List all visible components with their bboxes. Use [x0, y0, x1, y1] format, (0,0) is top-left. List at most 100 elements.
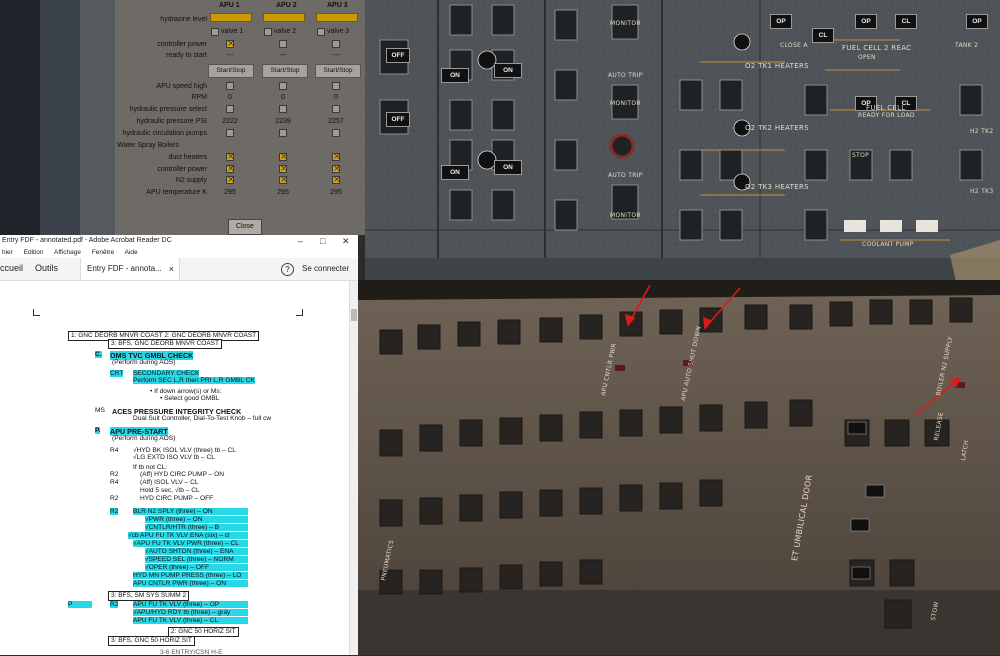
scroll-thumb[interactable]: [351, 309, 357, 321]
apu-fu-tk-op: APU FU TK VLV (three) – OP: [133, 601, 248, 608]
auto-shtdn: √AUTO SHTDN (three) – ENA: [145, 548, 248, 555]
wsb-controller-power-3[interactable]: [332, 163, 341, 175]
doc-box-2: 3: BFS, GNC DEORB MNVR COAST: [108, 339, 222, 349]
hyd-press-select-1[interactable]: [226, 105, 234, 113]
controller-power-3-checkbox[interactable]: [332, 40, 340, 48]
apu1-start-stop-button[interactable]: Start/Stop: [208, 64, 254, 78]
pdf-page: 1: GNC DEORB MNVR COAST 2: GNC DEORB MNV…: [0, 281, 350, 656]
minimize-icon[interactable]: –: [298, 235, 303, 247]
cb-apu-fu-tk: √cb APU FU TK VLV ENA (six) – cl: [128, 532, 248, 539]
valve3-checkbox[interactable]: [317, 28, 325, 36]
help-icon[interactable]: ?: [281, 263, 294, 276]
hyd-circ-off: HYD CIRC PUMP – OFF: [140, 495, 214, 502]
apu2-header: APU 2: [276, 2, 297, 9]
apu-temperature-label: APU temperature K: [146, 189, 207, 196]
if-down-arrow: • If down arrow(s) or Ms:: [150, 388, 222, 395]
apu2-start-stop-button[interactable]: Start/Stop: [262, 64, 308, 78]
on-indicator-4[interactable]: ON: [494, 160, 522, 175]
psi-3: 2257: [328, 118, 344, 125]
op-indicator-3[interactable]: OP: [966, 14, 988, 29]
apu-hyd-rdy: √APU/HYD RDY tb (three) – gray: [133, 609, 248, 616]
valve2-checkbox[interactable]: [264, 28, 272, 36]
tab-close-icon[interactable]: ×: [169, 258, 174, 280]
psi-1: 2222: [222, 118, 238, 125]
duct-heaters-3[interactable]: [332, 151, 341, 163]
speed-high-1: [226, 82, 234, 90]
p-tag: P.: [95, 427, 101, 434]
duct-heaters-1[interactable]: [226, 151, 235, 163]
apu3-start-stop-button[interactable]: Start/Stop: [315, 64, 361, 78]
hyd-circ-1[interactable]: [226, 129, 234, 137]
menu-affichage[interactable]: Affichage: [54, 249, 81, 256]
cl-indicator-1[interactable]: CL: [812, 28, 834, 43]
fuel-cell-2-reac-label: FUEL CELL 2 REAC: [842, 44, 912, 52]
select-good-gmbl: • Select good GMBL: [160, 395, 220, 402]
controller-power-2-checkbox[interactable]: [279, 40, 287, 48]
apu-fu-tk-cl: APU FU TK VLV (three) – CL: [133, 617, 248, 624]
vertical-scrollbar[interactable]: [349, 281, 358, 655]
doc-box-3: 3: BFS, SM SYS SUMM 2: [108, 591, 190, 601]
off-indicator-2[interactable]: OFF: [386, 112, 410, 127]
fuel-cell-label: FUEL CELL: [866, 104, 906, 112]
monitor-label-3: MONITOR: [610, 212, 641, 219]
if-tb-not-cl: If tb not CL:: [133, 464, 168, 471]
speed-sel: √SPEED SEL (three) – NORM: [145, 556, 248, 563]
hyd-circ-3[interactable]: [332, 129, 340, 137]
op-indicator-1[interactable]: OP: [770, 14, 792, 29]
crop-mark-left: [33, 309, 40, 316]
controller-power-1-checkbox[interactable]: [226, 38, 235, 50]
tab-document[interactable]: Entry FDF - annota... ×: [80, 258, 180, 280]
ready-for-load-label: READY FOR LOAD: [858, 112, 915, 119]
op-indicator-2[interactable]: OP: [855, 14, 877, 29]
hyd-press-select-3[interactable]: [332, 105, 340, 113]
crop-mark-right: [296, 309, 303, 316]
valve1-checkbox[interactable]: [211, 28, 219, 36]
sign-in-link[interactable]: Se connecter: [302, 264, 349, 273]
close-button[interactable]: Close: [228, 219, 262, 235]
hydrazine-gauge-3: [316, 13, 358, 22]
pwr-three: √PWR (three) – ON: [145, 516, 248, 523]
duct-heaters-2[interactable]: [279, 151, 288, 163]
apu-dialog: APU 1 APU 2 APU 3 hydrazine level valve …: [115, 0, 365, 235]
menu-edition[interactable]: Edition: [24, 249, 44, 256]
on-indicator-3[interactable]: ON: [441, 165, 469, 180]
r2-tag-3: R2: [110, 508, 119, 515]
aff-hyd-circ-on: (Aff) HYD CIRC PUMP – ON: [140, 471, 225, 478]
tank2-label: TANK 2: [955, 42, 979, 49]
menu-fichier[interactable]: hier: [2, 249, 13, 256]
wsb-controller-power-2[interactable]: [279, 163, 288, 175]
water-spray-boilers-label: Water Spray Boilers: [117, 142, 179, 149]
n2-supply-3[interactable]: [332, 174, 341, 186]
hyd-bk-isol: √HYD BK ISOL VLV (three) tb – CL: [133, 447, 236, 454]
maximize-icon[interactable]: □: [320, 235, 325, 247]
ready-3: ---: [332, 52, 340, 59]
temp-3: 295: [330, 189, 342, 196]
auto-trip-label-2: AUTO TRIP: [608, 172, 643, 179]
tab-bar: ccueil Outils Entry FDF - annota... × ? …: [0, 258, 358, 281]
close-window-icon[interactable]: ✕: [342, 235, 350, 247]
duct-heaters-label: duct heaters: [168, 154, 207, 161]
r2-tag-2: R2: [110, 495, 119, 502]
crt-tag: CRT: [110, 370, 124, 377]
menu-aide[interactable]: Aide: [125, 249, 138, 256]
menu-fenetre[interactable]: Fenêtre: [92, 249, 114, 256]
wsb-controller-power-1[interactable]: [226, 163, 235, 175]
hydraulic-circulation-pumps-label: hydraulic circulation pumps: [122, 130, 207, 137]
cl-indicator-2[interactable]: CL: [895, 14, 917, 29]
cntlr-htr: √CNTLR/HTR (three) – B: [145, 524, 248, 531]
n2-supply-2[interactable]: [279, 174, 288, 186]
on-indicator-2[interactable]: ON: [494, 63, 522, 78]
rpm-2: 0: [281, 94, 285, 101]
acrobat-window: Entry FDF - annotated.pdf - Adobe Acroba…: [0, 235, 358, 656]
stop-label: STOP: [852, 152, 870, 159]
apu3-header: APU 3: [327, 2, 348, 9]
tab-accueil[interactable]: ccueil: [0, 263, 23, 273]
on-indicator-1[interactable]: ON: [441, 68, 469, 83]
oms-sub: (Perform during AOS): [112, 359, 176, 366]
hyd-circ-2[interactable]: [279, 129, 287, 137]
n2-supply-1[interactable]: [226, 174, 235, 186]
off-indicator-1[interactable]: OFF: [386, 48, 410, 63]
tab-outils[interactable]: Outils: [35, 263, 58, 273]
hyd-press-select-2[interactable]: [279, 105, 287, 113]
hydraulic-pressure-psi-label: hydraulic pressure PSI: [136, 118, 207, 125]
